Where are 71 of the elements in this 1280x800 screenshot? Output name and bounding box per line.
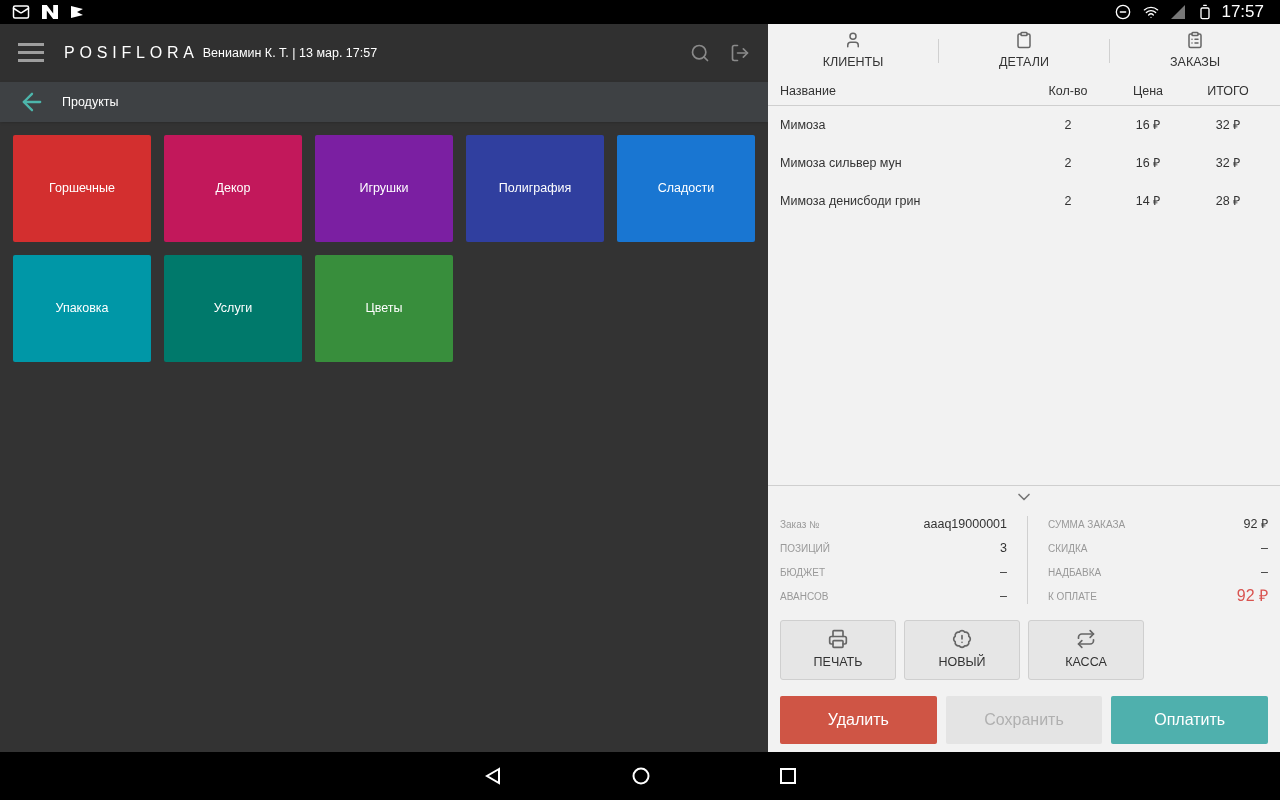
summary-label: ПОЗИЦИЙ xyxy=(780,541,830,556)
column-header: Кол-во xyxy=(1047,83,1089,101)
table-cell-text: 14 ₽ xyxy=(1134,192,1162,210)
table-cell-text: 2 xyxy=(1063,154,1073,172)
back-triangle-icon[interactable] xyxy=(484,767,502,785)
search-icon[interactable] xyxy=(690,43,710,63)
panel-tab[interactable]: КЛИЕНТЫ xyxy=(768,30,938,72)
category-tile[interactable]: Полиграфия xyxy=(466,135,604,242)
table-cell-text: 32 ₽ xyxy=(1214,154,1242,172)
column-header: Название xyxy=(780,83,837,101)
summary-label: АВАНСОВ xyxy=(780,589,829,604)
table-cell-text: 16 ₽ xyxy=(1134,154,1162,172)
category-tile[interactable]: Сладости xyxy=(617,135,755,242)
summary-value: 3 xyxy=(1000,539,1007,557)
order-row[interactable]: Мимоза сильвер мун 2 16 ₽ 32 ₽ xyxy=(768,144,1280,182)
summary-value: 92 ₽ xyxy=(1236,586,1268,606)
status-time: 17:57 xyxy=(1221,1,1264,24)
table-cell-text: Мимоза сильвер мун xyxy=(780,154,903,172)
clipboard-list-icon xyxy=(1186,30,1204,49)
summary-value: – xyxy=(1000,587,1007,605)
column-header: Цена xyxy=(1131,83,1165,101)
action-button[interactable]: Удалить xyxy=(780,696,937,744)
table-cell-text: Мимоза денисбоди грин xyxy=(780,192,922,210)
summary-value: aaaq19000001 xyxy=(923,515,1007,533)
summary-label: СУММА ЗАКАЗА xyxy=(1048,517,1126,532)
summary-label: К ОПЛАТЕ xyxy=(1048,589,1097,604)
tool-button[interactable]: ПЕЧАТЬ xyxy=(780,620,896,680)
category-tile[interactable]: Цветы xyxy=(315,255,453,362)
category-tile[interactable]: Декор xyxy=(164,135,302,242)
panel-tab[interactable]: ДЕТАЛИ xyxy=(939,30,1109,72)
mail-icon xyxy=(12,3,30,21)
panel-tab[interactable]: ЗАКАЗЫ xyxy=(1110,30,1280,72)
order-row[interactable]: Мимоза денисбоди грин 2 14 ₽ 28 ₽ xyxy=(768,182,1280,220)
alert-badge-icon xyxy=(952,628,972,649)
app-logo: POSIFLORA xyxy=(64,43,199,63)
tool-button[interactable]: НОВЫЙ xyxy=(904,620,1020,680)
clipboard-icon xyxy=(1015,30,1033,49)
summary-value: – xyxy=(1261,563,1268,581)
column-header: ИТОГО xyxy=(1206,83,1250,101)
printer-icon xyxy=(828,628,848,649)
home-circle-icon[interactable] xyxy=(632,767,650,785)
n-letter-icon xyxy=(42,5,58,19)
table-cell-text: 2 xyxy=(1063,192,1073,210)
square-icon[interactable] xyxy=(780,768,796,784)
category-tile[interactable]: Упаковка xyxy=(13,255,151,362)
category-tile[interactable]: Горшечные xyxy=(13,135,151,242)
table-cell-text: 28 ₽ xyxy=(1214,192,1242,210)
summary-label: СКИДКА xyxy=(1048,541,1088,556)
person-icon xyxy=(844,30,862,49)
order-row[interactable]: Мимоза 2 16 ₽ 32 ₽ xyxy=(768,106,1280,144)
do-not-disturb-icon xyxy=(1115,4,1132,20)
category-tile[interactable]: Услуги xyxy=(164,255,302,362)
table-cell-text: 2 xyxy=(1063,116,1073,134)
menu-icon[interactable] xyxy=(18,43,44,63)
repeat-arrows-icon xyxy=(1076,628,1096,649)
summary-value: – xyxy=(1261,539,1268,557)
table-cell-text: 16 ₽ xyxy=(1134,116,1162,134)
summary-label: БЮДЖЕТ xyxy=(780,565,825,580)
category-tile[interactable]: Игрушки xyxy=(315,135,453,242)
summary-value: – xyxy=(1000,563,1007,581)
summary-label: Заказ № xyxy=(780,517,820,532)
table-cell-text: 32 ₽ xyxy=(1214,116,1242,134)
breadcrumb-title: Продукты xyxy=(62,93,119,111)
summary-label: НАДБАВКА xyxy=(1048,565,1102,580)
logout-icon[interactable] xyxy=(730,43,750,63)
no-signal-icon xyxy=(1171,5,1186,19)
wifi-icon xyxy=(1143,4,1160,20)
summary-value: 92 ₽ xyxy=(1243,515,1268,533)
user-info: Вениамин К. Т. | 13 мар. 17:57 xyxy=(202,44,378,62)
tool-button[interactable]: КАССА xyxy=(1028,620,1144,680)
table-cell-text: Мимоза xyxy=(780,116,827,134)
